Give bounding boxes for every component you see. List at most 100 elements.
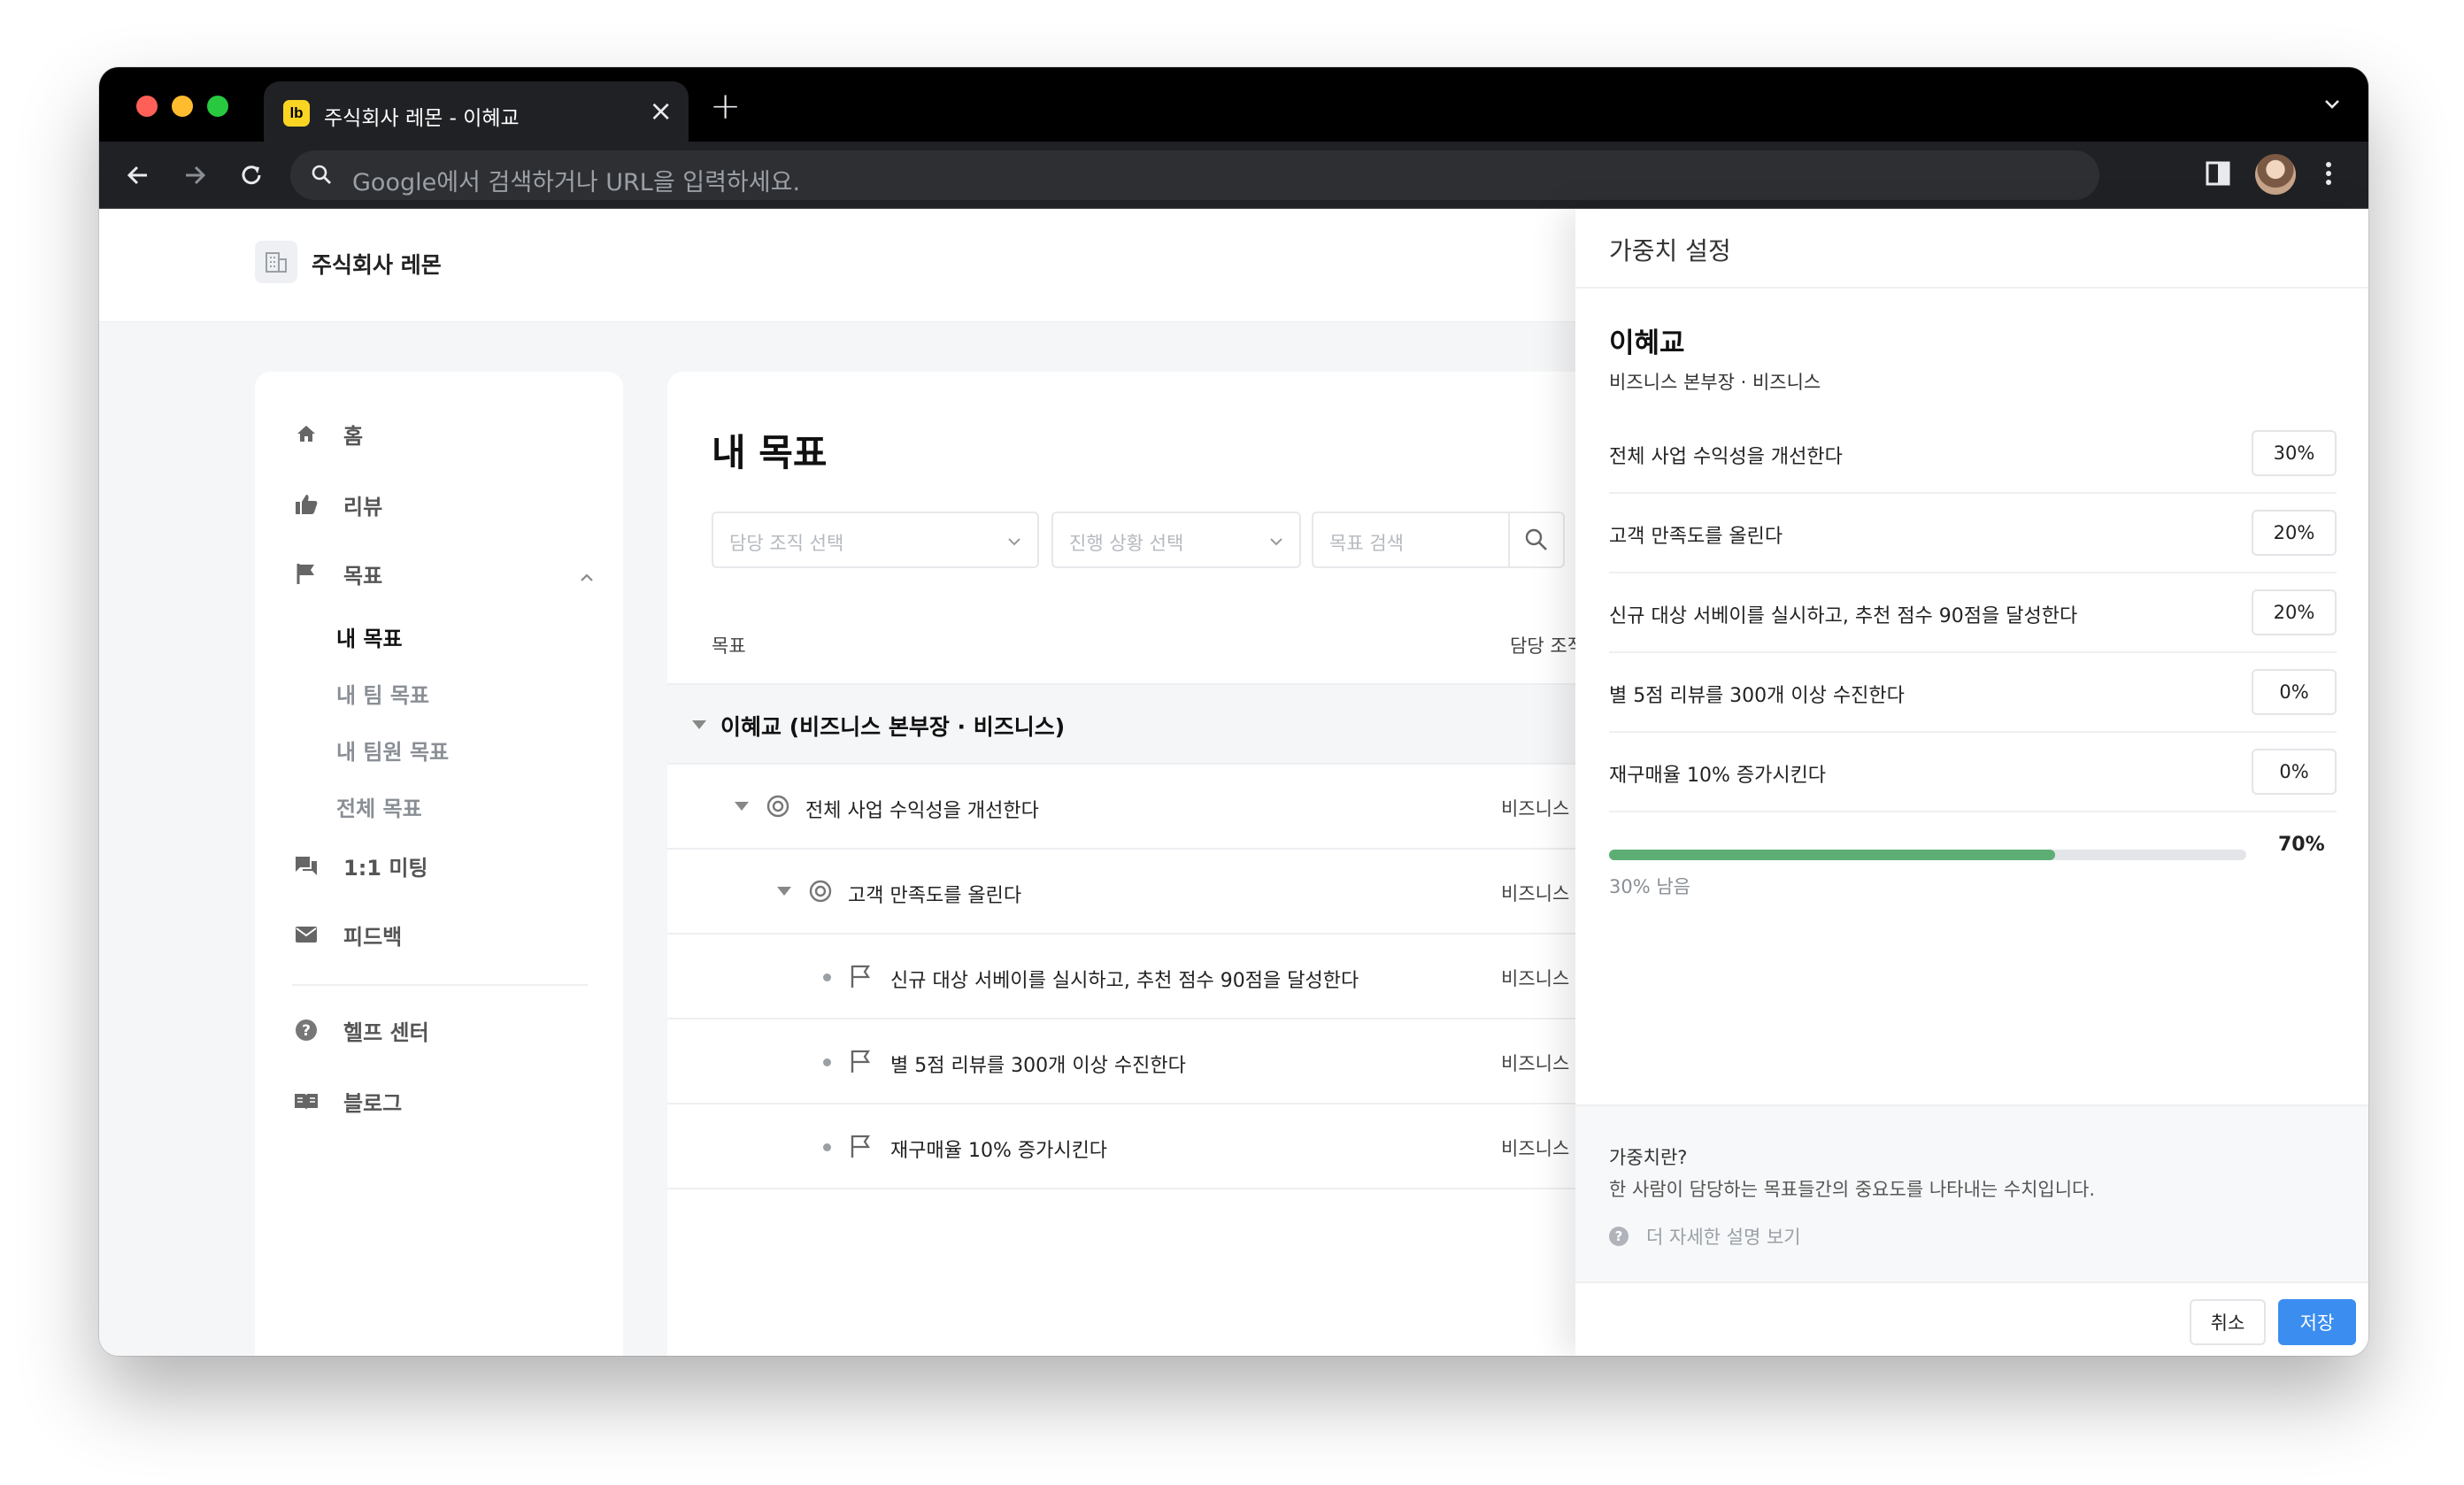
search-button[interactable] — [1508, 512, 1565, 568]
sidebar-item-goals[interactable]: 목표 — [292, 556, 382, 591]
chat-icon — [292, 851, 320, 880]
weight-row: 고객 만족도를 올린다 20% — [1609, 494, 2337, 573]
book-icon — [292, 1087, 320, 1115]
weight-row: 신규 대상 서베이를 실시하고, 추천 점수 90점을 달성한다 20% — [1609, 573, 2337, 653]
page-title: 내 목표 — [712, 431, 828, 474]
table-row[interactable]: 신규 대상 서베이를 실시하고, 추천 점수 90점을 달성한다 비즈니스 — [667, 935, 1641, 1019]
sidebar-subitem-my-goals[interactable]: 내 목표 — [336, 621, 403, 652]
weight-input[interactable]: 30% — [2252, 430, 2337, 476]
browser-toolbar: Google에서 검색하거나 URL을 입력하세요. — [99, 142, 2368, 209]
collapse-triangle-icon[interactable] — [692, 720, 706, 729]
table-row[interactable]: 재구매율 10% 증가시킨다 비즈니스 — [667, 1104, 1641, 1189]
weight-input[interactable]: 20% — [2252, 510, 2337, 556]
sidebar-subitem-member-goals[interactable]: 내 팀원 목표 — [336, 735, 449, 766]
chevron-down-icon — [1008, 538, 1020, 546]
weight-goal-label: 고객 만족도를 올린다 — [1609, 526, 1783, 548]
weight-input[interactable]: 20% — [2252, 589, 2337, 635]
sidebar-item-label: 목표 — [343, 563, 383, 589]
bullet-dot — [823, 1143, 831, 1151]
save-button[interactable]: 저장 — [2278, 1299, 2356, 1345]
sidebar-item-home[interactable]: 홈 — [292, 416, 363, 451]
chevron-down-icon — [1270, 538, 1282, 546]
address-bar[interactable]: Google에서 검색하거나 URL을 입력하세요. — [290, 150, 2099, 200]
goal-search-input[interactable]: 목표 검색 — [1312, 512, 1510, 568]
weight-progress-bar — [1609, 850, 2246, 860]
chevron-up-icon[interactable] — [577, 568, 597, 588]
weight-goal-label: 별 5점 리뷰를 300개 이상 수진한다 — [1609, 685, 1905, 707]
sidebar-item-1on1[interactable]: 1:1 미팅 — [292, 848, 428, 883]
sidebar-subitem-all-goals[interactable]: 전체 목표 — [336, 791, 422, 822]
flag-outline-icon — [851, 965, 871, 988]
forward-arrow-icon[interactable] — [179, 159, 211, 191]
back-arrow-icon[interactable] — [122, 159, 154, 191]
mail-icon — [292, 920, 320, 949]
goal-label: 별 5점 리뷰를 300개 이상 수진한다 — [890, 1055, 1186, 1077]
reload-icon[interactable] — [235, 159, 267, 191]
building-icon — [255, 241, 297, 283]
weight-row: 별 5점 리뷰를 300개 이상 수진한다 0% — [1609, 653, 2337, 733]
more-menu-icon[interactable] — [2322, 158, 2335, 189]
sidebar-item-label: 헬프 센터 — [343, 1019, 429, 1045]
home-icon — [292, 419, 320, 448]
weight-goal-label: 재구매율 10% 증가시킨다 — [1609, 765, 1827, 787]
tab-search-chevron-icon[interactable] — [2322, 94, 2342, 113]
info-answer: 한 사람이 담당하는 목표들간의 중요도를 나타내는 수치입니다. — [1609, 1179, 2096, 1200]
org-select[interactable]: 담당 조직 선택 — [712, 512, 1039, 568]
weight-input[interactable]: 0% — [2252, 749, 2337, 795]
help-icon: ? — [1609, 1227, 1629, 1246]
goal-org: 비즈니스 — [1501, 1138, 1570, 1159]
browser-tab[interactable]: lb 주식회사 레몬 - 이혜교 × — [264, 81, 689, 142]
tab-close-icon[interactable]: × — [649, 96, 673, 126]
table-row[interactable]: 전체 사업 수익성을 개선한다 비즈니스 — [667, 765, 1641, 850]
sidebar-item-label: 홈 — [343, 423, 364, 449]
weight-goal-label: 신규 대상 서베이를 실시하고, 추천 점수 90점을 달성한다 — [1609, 605, 2078, 627]
weight-row: 전체 사업 수익성을 개선한다 30% — [1609, 414, 2337, 494]
table-row[interactable]: 고객 만족도를 올린다 비즈니스 — [667, 850, 1641, 935]
more-info-label: 더 자세한 설명 보기 — [1646, 1227, 1801, 1248]
sidebar-item-label: 피드백 — [343, 924, 403, 950]
column-header-goal: 목표 — [712, 635, 746, 657]
collapse-triangle-icon[interactable] — [735, 802, 749, 811]
group-row[interactable]: 이혜교 (비즈니스 본부장 · 비즈니스) — [667, 683, 1641, 765]
close-window-button[interactable] — [136, 96, 158, 117]
cancel-button[interactable]: 취소 — [2190, 1299, 2266, 1345]
person-role: 비즈니스 본부장 · 비즈니스 — [1609, 372, 1821, 393]
profile-avatar[interactable] — [2255, 154, 2296, 195]
weight-info-box: 가중치란? 한 사람이 담당하는 목표들간의 중요도를 나타내는 수치입니다. … — [1575, 1104, 2368, 1281]
goal-org: 비즈니스 — [1501, 1053, 1570, 1074]
side-panel-icon[interactable] — [2204, 158, 2232, 189]
group-label: 이혜교 (비즈니스 본부장 · 비즈니스) — [720, 714, 1066, 740]
sidebar-subitem-team-goals[interactable]: 내 팀 목표 — [336, 678, 429, 709]
search-icon — [312, 165, 331, 184]
flag-icon — [292, 559, 320, 588]
sidebar-item-review[interactable]: 리뷰 — [292, 487, 382, 522]
status-select[interactable]: 진행 상황 선택 — [1051, 512, 1301, 568]
sidebar-item-label: 블로그 — [343, 1090, 403, 1116]
sidebar-divider — [292, 984, 588, 986]
bullet-dot — [823, 1058, 831, 1066]
weight-row: 재구매율 10% 증가시킨다 0% — [1609, 733, 2337, 812]
flag-outline-icon — [851, 1050, 871, 1073]
minimize-window-button[interactable] — [172, 96, 193, 117]
new-tab-icon[interactable]: + — [710, 88, 741, 125]
more-info-link[interactable]: ? 더 자세한 설명 보기 — [1609, 1223, 1801, 1250]
sidebar-item-label: 리뷰 — [343, 494, 383, 519]
sidebar-item-feedback[interactable]: 피드백 — [292, 917, 402, 952]
table-row[interactable]: 별 5점 리뷰를 300개 이상 수진한다 비즈니스 — [667, 1019, 1641, 1104]
goal-label: 고객 만족도를 올린다 — [848, 885, 1022, 907]
goal-label: 재구매율 10% 증가시킨다 — [890, 1140, 1108, 1162]
favicon-icon: lb — [283, 100, 310, 127]
app-page: 주식회사 레몬 홈 리뷰 목표 내 목표 내 팀 목표 내 팀원 목표 전체 목… — [99, 209, 2368, 1356]
maximize-window-button[interactable] — [207, 96, 228, 117]
info-question: 가중치란? — [1609, 1147, 1688, 1168]
weight-progress-fill — [1609, 850, 2055, 860]
address-placeholder: Google에서 검색하거나 URL을 입력하세요. — [352, 169, 801, 196]
sidebar: 홈 리뷰 목표 내 목표 내 팀 목표 내 팀원 목표 전체 목표 1:1 미팅… — [255, 372, 623, 1356]
sidebar-item-blog[interactable]: 블로그 — [292, 1083, 402, 1119]
org-name[interactable]: 주식회사 레몬 — [312, 248, 442, 280]
sidebar-item-help[interactable]: ? 헬프 센터 — [292, 1012, 429, 1048]
weight-input[interactable]: 0% — [2252, 669, 2337, 715]
collapse-triangle-icon[interactable] — [777, 887, 791, 896]
target-icon — [809, 880, 832, 903]
browser-window: lb 주식회사 레몬 - 이혜교 × + Google에서 검색하거나 URL을… — [99, 67, 2368, 1356]
